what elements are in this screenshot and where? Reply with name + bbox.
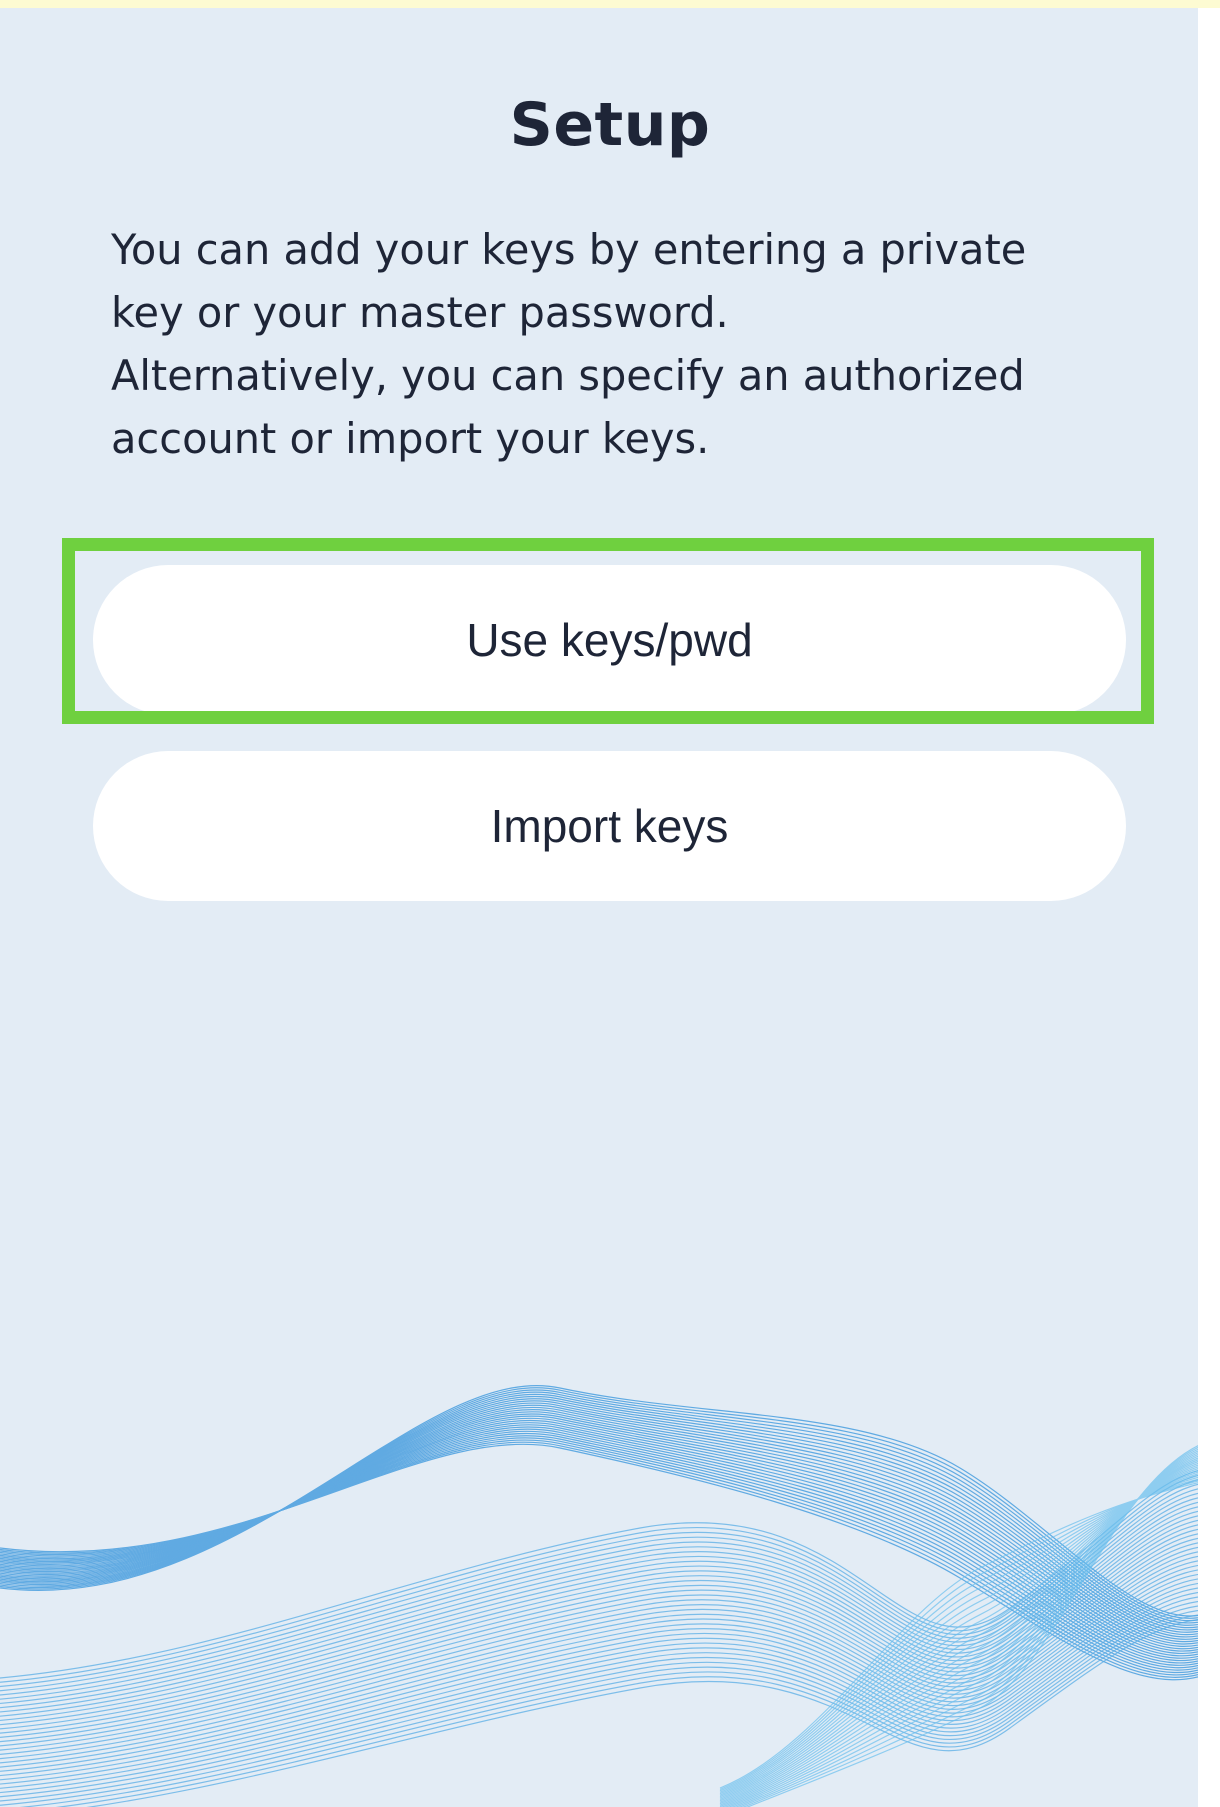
import-keys-button-label: Import keys [490,800,729,852]
wave-decoration [0,1385,1198,1807]
use-keys-button[interactable]: Use keys/pwd [93,565,1126,715]
use-keys-button-label: Use keys/pwd [466,614,753,666]
import-keys-button[interactable]: Import keys [93,751,1126,901]
top-banner-strip [0,0,1220,8]
page-title: Setup [509,90,711,160]
setup-description: You can add your keys by entering a priv… [111,225,1027,463]
right-margin [1198,8,1220,1807]
